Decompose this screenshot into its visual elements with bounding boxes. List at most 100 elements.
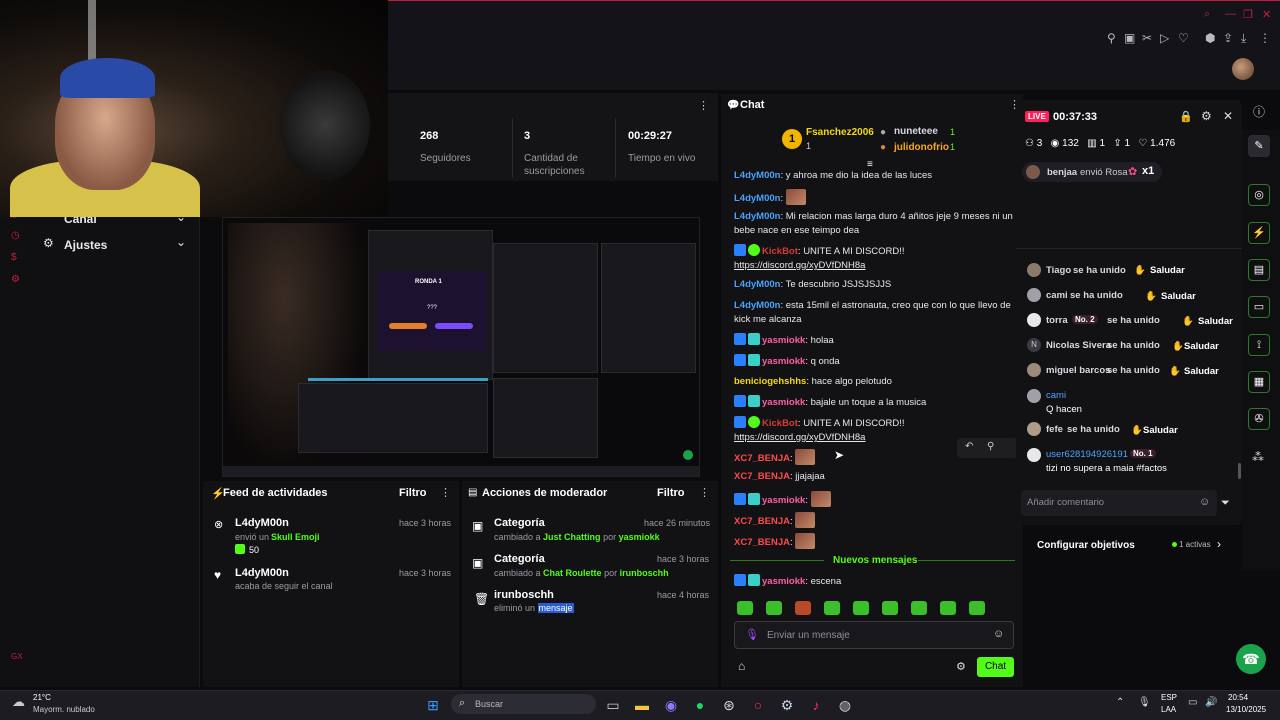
chat-tool[interactable]: ▭ (1248, 296, 1270, 318)
clock-time[interactable]: 20:54 (1228, 693, 1248, 702)
top-gifter-2[interactable]: nuneteee (894, 126, 938, 137)
notes-tool[interactable]: ▤ (1248, 259, 1270, 281)
app-icon[interactable]: ◍ (836, 696, 854, 714)
puzzle-icon[interactable]: ⬢ (1205, 31, 1215, 45)
emoji-icon[interactable]: ☺ (1199, 496, 1210, 508)
chatgpt-icon[interactable]: ⊛ (720, 696, 738, 714)
download-icon[interactable]: ⤓ (1241, 31, 1246, 46)
comment-input[interactable]: Añadir comentario ☺ (1021, 490, 1217, 516)
dollar-icon[interactable]: $ (11, 252, 17, 263)
new-messages-label[interactable]: Nuevos mensajes (833, 555, 918, 566)
emote-option[interactable] (737, 601, 753, 615)
top-gifter-1[interactable]: Fsanchez2006 (806, 127, 874, 138)
steam-icon[interactable]: ⚙ (778, 696, 796, 714)
pin-icon[interactable]: ⚲ (1107, 31, 1116, 45)
gift-user[interactable]: benjaa (1047, 167, 1077, 178)
share-icon[interactable]: ⇪ (1223, 31, 1233, 45)
info-icon[interactable]: ⓘ (1253, 103, 1265, 120)
greet-button[interactable]: Saludar (1184, 341, 1219, 352)
activity-user[interactable]: L4dyM00n (235, 517, 289, 529)
bolt-tool[interactable]: ⚡ (1248, 222, 1270, 244)
camera-tool[interactable]: ◎ (1248, 184, 1270, 206)
lock-icon[interactable]: 🔒 (1179, 110, 1193, 123)
chat-user[interactable]: yasmiokk (762, 335, 805, 346)
chat-user[interactable]: KickBot (762, 418, 798, 429)
chat-user[interactable]: L4dyM00n (734, 170, 780, 181)
join-user[interactable]: miguel barcos (1046, 365, 1110, 376)
top-gifter-3[interactable]: julidonofrio (894, 142, 949, 153)
task-view-icon[interactable]: ▭ (604, 696, 622, 714)
layout-tool[interactable]: ▦ (1248, 371, 1270, 393)
activity-filter-button[interactable]: Filtro (399, 487, 427, 499)
chat-user[interactable]: XC7_BENJA (734, 453, 790, 464)
discord-icon[interactable]: ◉ (662, 696, 680, 714)
lang-label[interactable]: ESP (1161, 693, 1177, 702)
chat-user[interactable]: yasmiokk (762, 576, 805, 587)
volume-icon[interactable]: 🔊 (1205, 697, 1217, 708)
chat-user[interactable]: beniciogehshhs (734, 376, 806, 387)
emoji-icon[interactable]: ☺ (993, 628, 1004, 640)
weather-temp[interactable]: 21°C (33, 693, 51, 702)
chat-user[interactable]: XC7_BENJA (734, 471, 790, 482)
close-icon[interactable]: ✕ (1262, 8, 1271, 21)
clip-icon[interactable]: ✂ (1142, 31, 1152, 45)
join-user[interactable]: fefe (1046, 424, 1063, 435)
apps-icon[interactable]: ⁂ (1252, 450, 1264, 464)
edit-tool[interactable]: ✎ (1248, 135, 1270, 157)
chat-user[interactable]: XC7_BENJA (734, 516, 790, 527)
chat-link[interactable]: https://discord.gg/xyDVfDNH8a (734, 260, 865, 271)
chat-user[interactable]: L4dyM00n (734, 279, 780, 290)
mod-filter-button[interactable]: Filtro (657, 487, 685, 499)
more-icon[interactable]: ⋮ (440, 486, 451, 499)
settings-icon[interactable]: ⚙ (11, 274, 20, 285)
activity-user[interactable]: L4dyM00n (235, 567, 289, 579)
join-user[interactable]: Tiago (1046, 265, 1071, 276)
tiktok-icon[interactable]: ♪ (807, 696, 825, 714)
scrollbar[interactable] (1238, 463, 1241, 479)
taskbar-search[interactable]: ⌕ Buscar (451, 694, 596, 714)
nav-ajustes[interactable]: ⚙ Ajustes ⌄ (28, 235, 198, 255)
emote-option[interactable] (824, 601, 840, 615)
comment-user[interactable]: user628194926191 (1046, 449, 1128, 460)
network-icon[interactable]: ▭ (1188, 697, 1197, 708)
filter-icon[interactable]: ⏷ (1221, 497, 1230, 510)
support-button[interactable]: ☎ (1236, 644, 1266, 674)
chat-user[interactable]: L4dyM00n (734, 300, 780, 311)
emote-option[interactable] (911, 601, 927, 615)
store-icon[interactable]: ⌂ (738, 659, 745, 673)
close-icon[interactable]: ✕ (1223, 109, 1233, 123)
emote-option[interactable] (853, 601, 869, 615)
cloud-icon[interactable]: ☁ (12, 694, 25, 710)
chat-user[interactable]: XC7_BENJA (734, 537, 790, 548)
broadcast-tool[interactable]: ⟟ (1248, 334, 1270, 356)
join-user[interactable]: Nicolas Sivera (1046, 340, 1111, 351)
emote-option[interactable] (766, 601, 782, 615)
join-user[interactable]: cami (1046, 290, 1068, 301)
wrench-tool[interactable]: ✇ (1248, 408, 1270, 430)
tray-chevron-icon[interactable]: ⌃ (1116, 697, 1124, 708)
chat-user[interactable]: L4dyM00n (734, 193, 780, 204)
emote-option[interactable] (882, 601, 898, 615)
join-user[interactable]: torra (1046, 315, 1068, 326)
spotify-icon[interactable]: ● (691, 696, 709, 714)
more-icon[interactable]: ⋮ (1259, 31, 1271, 45)
opera-gx-icon[interactable]: ○ (749, 696, 767, 714)
heart-icon[interactable]: ♡ (1178, 31, 1189, 45)
maximize-icon[interactable]: ❐ (1243, 8, 1253, 21)
gx-icon[interactable]: GX (11, 652, 23, 661)
play-icon[interactable]: ▷ (1160, 31, 1169, 45)
gear-icon[interactable]: ⚙ (1201, 109, 1212, 123)
windows-start-icon[interactable]: ⊞ (424, 696, 442, 714)
greet-button[interactable]: Saludar (1143, 425, 1178, 436)
mod-action-user[interactable]: yasmiokk (619, 532, 660, 542)
configure-objectives[interactable]: Configurar objetivos 1 activas › (1030, 532, 1242, 558)
clock-icon[interactable]: ◷ (11, 230, 20, 241)
chat-user[interactable]: yasmiokk (762, 495, 805, 506)
greet-button[interactable]: Saludar (1150, 265, 1185, 276)
emote-picker-row[interactable] (737, 601, 1017, 615)
greet-button[interactable]: Saludar (1184, 366, 1219, 377)
more-icon[interactable]: ⋮ (698, 99, 709, 112)
greet-button[interactable]: Saludar (1161, 291, 1196, 302)
emote-option[interactable] (969, 601, 985, 615)
emote-option[interactable] (940, 601, 956, 615)
